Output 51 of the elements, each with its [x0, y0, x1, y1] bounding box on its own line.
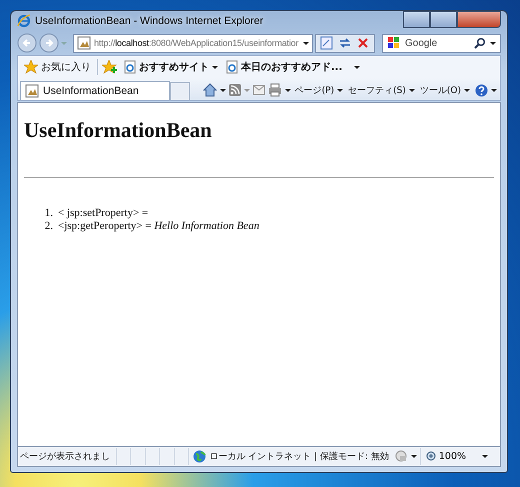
- minimize-button[interactable]: [403, 11, 430, 28]
- url-text: http://localhost:8080/WebApplication15/useinformatior: [94, 38, 300, 48]
- maximize-button[interactable]: [430, 11, 457, 28]
- caret-icon[interactable]: [482, 454, 488, 459]
- list-number: 2.: [44, 220, 53, 233]
- caret-icon: [408, 88, 415, 92]
- caret-icon[interactable]: [490, 40, 496, 46]
- caret-icon: [464, 88, 470, 92]
- caret-icon[interactable]: [354, 64, 360, 70]
- list-item-text: < jsp:setProperty> =: [58, 207, 148, 220]
- page-icon: [77, 36, 91, 50]
- search-provider-icon: [387, 36, 401, 50]
- add-favorite-icon[interactable]: [102, 60, 118, 74]
- favorites-link[interactable]: おすすめサイト: [122, 60, 220, 74]
- close-button[interactable]: [457, 11, 501, 28]
- home-icon[interactable]: [202, 83, 217, 97]
- favorites-link[interactable]: 本日のおすすめアド...: [224, 60, 344, 74]
- web-page-icon: [124, 60, 136, 74]
- menu-button[interactable]: ページ(P): [294, 84, 344, 96]
- caret-icon[interactable]: [410, 454, 417, 459]
- search-icon[interactable]: [474, 37, 486, 49]
- status-text: ページが表示されまし: [19, 450, 111, 463]
- caret-icon: [212, 64, 218, 70]
- zoom-icon: [426, 451, 437, 462]
- caret-icon[interactable]: [220, 88, 226, 92]
- caret-icon[interactable]: [284, 88, 291, 92]
- menu-button[interactable]: セーフティ(S): [347, 84, 416, 96]
- security-zone-text: ローカル イントラネット | 保護モード: 無効: [209, 450, 389, 463]
- browser-tab[interactable]: UseInformationBean: [20, 81, 170, 100]
- caret-icon: [337, 88, 344, 92]
- window-title: UseInformationBean - Windows Internet Explorer: [35, 15, 264, 27]
- search-box[interactable]: Google: [382, 34, 501, 52]
- page-heading: UseInformationBean: [24, 118, 212, 143]
- help-icon: [475, 84, 488, 96]
- address-field[interactable]: http://localhost:8080/WebApplication15/useinformatior: [73, 34, 313, 52]
- help-button[interactable]: [474, 84, 498, 96]
- browser-logo-icon: [17, 14, 31, 28]
- zoom-button[interactable]: 100%: [420, 448, 470, 465]
- page-icon: [25, 84, 39, 98]
- forward-icon[interactable]: [39, 33, 59, 53]
- list-number: 1.: [44, 207, 53, 220]
- web-page-icon: [226, 60, 238, 74]
- globe-icon: [193, 450, 206, 463]
- caret-icon[interactable]: [303, 40, 309, 46]
- back-icon[interactable]: [17, 33, 37, 53]
- printer-icon[interactable]: [268, 83, 282, 97]
- favorites-button[interactable]: お気に入り: [22, 60, 93, 74]
- star-icon: [24, 60, 38, 74]
- caret-icon: [491, 88, 497, 92]
- menu-button[interactable]: ツール(O): [418, 84, 471, 96]
- list-item-text: <jsp:getPeroperty> = Hello Information Bean: [58, 220, 260, 233]
